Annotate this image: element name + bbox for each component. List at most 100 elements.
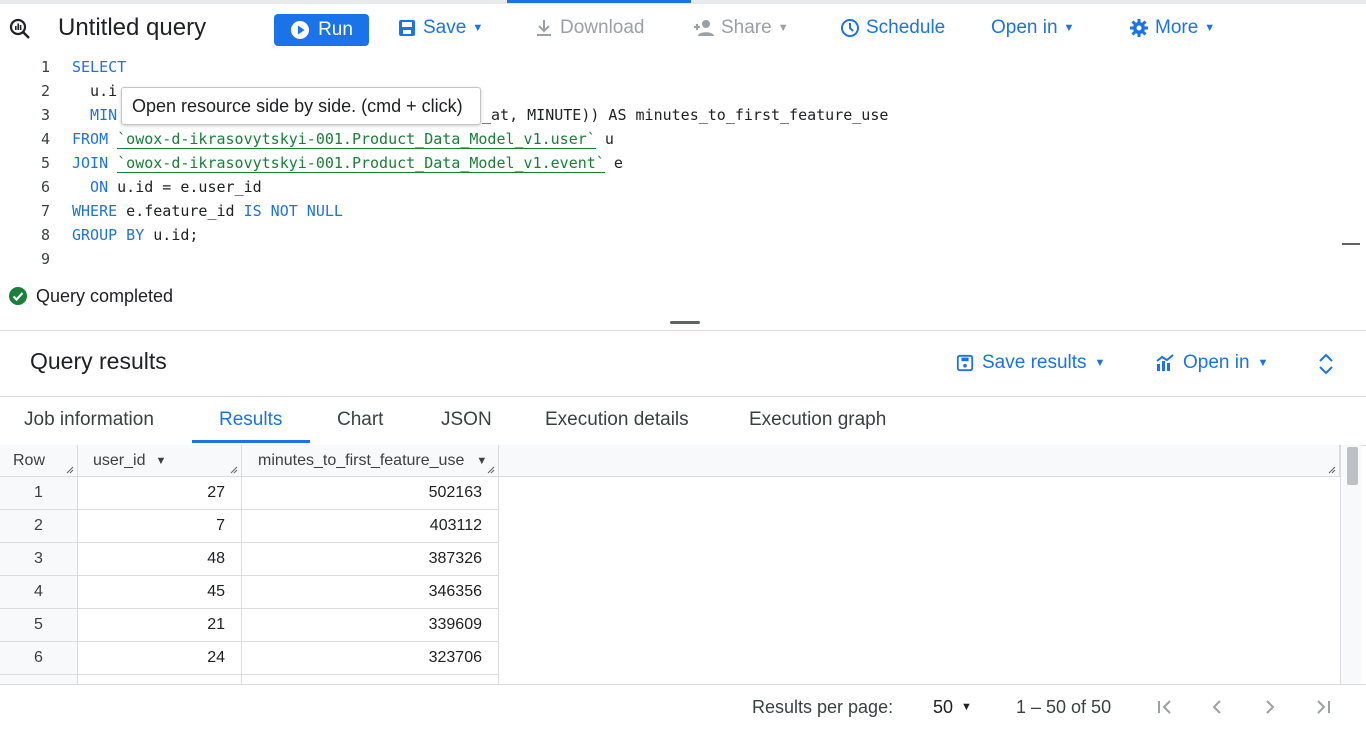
code-line: GROUP BY u.id;: [72, 226, 199, 244]
previous-page-icon[interactable]: [1205, 695, 1229, 719]
first-page-icon[interactable]: [1153, 695, 1177, 719]
resize-grip-icon[interactable]: [487, 466, 495, 474]
results-title: Query results: [30, 348, 167, 374]
tab-json[interactable]: JSON: [441, 397, 492, 443]
resize-grip-icon[interactable]: [1328, 466, 1336, 474]
table-cell[interactable]: 502163: [242, 477, 499, 510]
row-number: 5: [0, 609, 78, 642]
row-number: 2: [0, 510, 78, 543]
active-tab-indicator: [507, 0, 691, 3]
table-cell[interactable]: 21: [78, 609, 242, 642]
row-number: 6: [0, 642, 78, 675]
sql-editor[interactable]: 1 2 3 4 5 6 7 8 9 SELECT u.i MIN _at, MI…: [0, 52, 1360, 277]
per-page-select[interactable]: 50 ▼: [933, 685, 972, 729]
table-cell[interactable]: 7: [78, 510, 242, 543]
code-line: ON u.id = e.user_id: [72, 178, 262, 196]
chart-icon: [1156, 354, 1174, 371]
table-cell[interactable]: 323706: [242, 642, 499, 675]
query-toolbar: Untitled query Run Save ▼ Download Share…: [0, 4, 1366, 52]
line-number: 7: [40, 202, 50, 220]
play-icon: [291, 21, 310, 39]
table-cell[interactable]: 27: [78, 477, 242, 510]
line-number: 2: [40, 82, 50, 100]
tab-execution-details[interactable]: Execution details: [545, 397, 689, 443]
save-icon: [399, 20, 415, 36]
share-label: Share: [721, 17, 772, 38]
share-button[interactable]: Share ▼: [693, 4, 789, 52]
line-number: 4: [40, 130, 50, 148]
more-button[interactable]: More ▼: [1129, 4, 1215, 52]
tab-chart[interactable]: Chart: [337, 397, 383, 443]
open-in-label: Open in: [1183, 352, 1250, 373]
table-cell[interactable]: 45: [78, 576, 242, 609]
sort-down-icon[interactable]: ▼: [476, 455, 487, 467]
open-in-button[interactable]: Open in ▼: [991, 4, 1074, 52]
row-number: 4: [0, 576, 78, 609]
save-label: Save: [423, 17, 467, 38]
table-cell[interactable]: 48: [78, 543, 242, 576]
results-tabs: Job information Results Chart JSON Execu…: [0, 396, 1366, 446]
tab-job-information[interactable]: Job information: [24, 397, 154, 443]
schedule-button[interactable]: Schedule: [840, 4, 945, 52]
resize-grip-icon[interactable]: [230, 466, 238, 474]
line-number: 8: [40, 226, 50, 244]
code-line: u.i: [72, 82, 118, 100]
add-person-icon: [694, 20, 714, 36]
table-cell[interactable]: 24: [78, 642, 242, 675]
line-number: 5: [40, 154, 50, 172]
chevron-down-icon: ▼: [1204, 22, 1216, 34]
expand-collapse-icon[interactable]: [1316, 352, 1336, 376]
panel-divider: [0, 330, 1366, 331]
last-page-icon[interactable]: [1311, 695, 1335, 719]
query-icon: [9, 18, 30, 39]
query-status: Query completed: [8, 284, 173, 308]
chevron-down-icon: ▼: [1063, 22, 1075, 34]
tab-results[interactable]: Results: [219, 397, 282, 443]
pagination-bar: Results per page: 50 ▼ 1 – 50 of 50: [0, 684, 1366, 730]
active-tab-underline: [192, 440, 310, 443]
save-button[interactable]: Save ▼: [397, 4, 483, 52]
chevron-down-icon: ▼: [472, 22, 484, 34]
table-link[interactable]: `owox-d-ikrasovytskyi-001.Product_Data_M…: [117, 154, 605, 173]
save-results-button[interactable]: Save results ▼: [956, 348, 1105, 378]
table-cell[interactable]: 403112: [242, 510, 499, 543]
chevron-down-icon: ▼: [777, 22, 789, 34]
download-icon: [537, 20, 551, 36]
tooltip: Open resource side by side. (cmd + click…: [121, 87, 481, 125]
run-button[interactable]: Run: [274, 14, 369, 46]
table-cell[interactable]: 387326: [242, 543, 499, 576]
column-header-row[interactable]: Row: [0, 445, 78, 477]
schedule-label: Schedule: [866, 17, 946, 38]
table-cell[interactable]: 346356: [242, 576, 499, 609]
scrollbar-thumb[interactable]: [1347, 447, 1358, 485]
next-page-icon[interactable]: [1258, 695, 1282, 719]
code-line: FROM `owox-d-ikrasovytskyi-001.Product_D…: [72, 130, 614, 149]
code-line: SELECT: [72, 58, 127, 76]
results-open-in-button[interactable]: Open in ▼: [1155, 348, 1268, 378]
column-header-user-id[interactable]: user_id ▼: [78, 445, 242, 477]
column-header-minutes[interactable]: minutes_to_first_feature_use ▼: [242, 445, 499, 477]
tab-execution-graph[interactable]: Execution graph: [749, 397, 886, 443]
code-line: JOIN `owox-d-ikrasovytskyi-001.Product_D…: [72, 154, 623, 173]
download-button[interactable]: Download: [534, 4, 645, 52]
save-icon: [956, 354, 974, 372]
sort-down-icon[interactable]: ▼: [155, 455, 166, 467]
table-link[interactable]: `owox-d-ikrasovytskyi-001.Product_Data_M…: [117, 130, 596, 149]
resize-handle[interactable]: [670, 321, 700, 324]
page-range: 1 – 50 of 50: [1016, 696, 1112, 717]
row-number: 1: [0, 477, 78, 510]
check-circle-icon: [9, 287, 27, 305]
save-results-label: Save results: [982, 352, 1087, 373]
line-number: 1: [40, 58, 50, 76]
row-number: 3: [0, 543, 78, 576]
line-number: 3: [40, 106, 50, 124]
query-title[interactable]: Untitled query: [58, 4, 206, 52]
gear-icon: [1130, 19, 1148, 37]
column-header-filler: [499, 445, 1340, 477]
line-number: 9: [40, 250, 50, 268]
open-in-label: Open in: [991, 17, 1058, 38]
table-cell[interactable]: 339609: [242, 609, 499, 642]
per-page-label: Results per page:: [752, 696, 894, 717]
resize-grip-icon[interactable]: [66, 466, 74, 474]
clock-icon: [841, 19, 859, 37]
